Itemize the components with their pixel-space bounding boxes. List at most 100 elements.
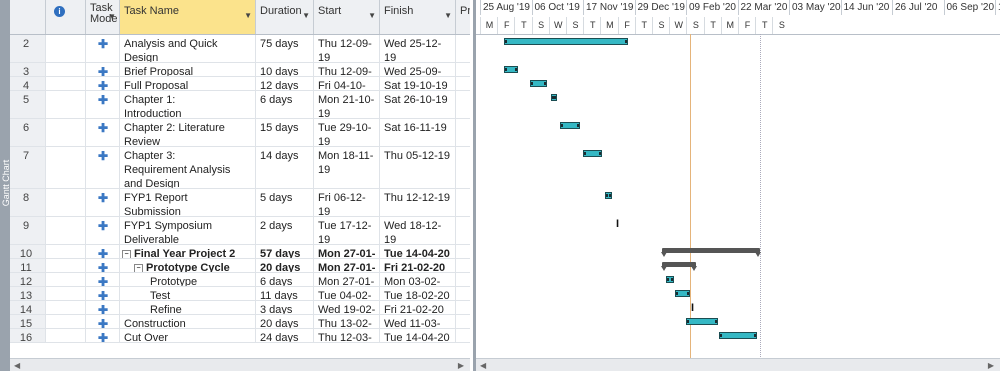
task-name-cell[interactable]: − Prototype Cycle [120, 259, 256, 272]
start-cell[interactable]: Fri 04-10-19 [314, 77, 380, 90]
row-id[interactable]: 9 [10, 217, 46, 244]
row-id[interactable]: 15 [10, 315, 46, 328]
task-name-cell[interactable]: Cut Over [120, 329, 256, 342]
duration-cell[interactable]: 14 days [256, 147, 314, 188]
row-id[interactable]: 2 [10, 35, 46, 62]
summary-bar[interactable] [661, 262, 697, 271]
start-cell[interactable]: Tue 29-10-19 [314, 119, 380, 146]
row-id-header[interactable] [10, 0, 46, 34]
row-id[interactable]: 14 [10, 301, 46, 314]
start-cell[interactable]: Tue 04-02-20 [314, 287, 380, 300]
task-row[interactable]: 14 ✚ Refine3 daysWed 19-02-20Fri 21-02-20 [10, 301, 470, 315]
finish-cell[interactable]: Sat 26-10-19 [380, 91, 456, 118]
duration-cell[interactable]: 2 days [256, 217, 314, 244]
finish-cell[interactable]: Wed 18-12-19 [380, 217, 456, 244]
predecessors-cell[interactable] [456, 301, 470, 314]
start-cell[interactable]: Mon 21-10-19 [314, 91, 380, 118]
task-mode-cell[interactable]: ✚ [86, 259, 120, 272]
task-name-cell[interactable]: Full Proposal [120, 77, 256, 90]
task-bar[interactable] [719, 332, 757, 339]
task-mode-cell[interactable]: ✚ [86, 119, 120, 146]
row-id[interactable]: 3 [10, 63, 46, 76]
short-task-marker[interactable]: I [616, 218, 619, 230]
task-mode-cell[interactable]: ✚ [86, 35, 120, 62]
task-row[interactable]: 9 ✚ FYP1 Symposium Deliverable 2 days Tue 17-… [10, 217, 470, 245]
finish-cell[interactable]: Wed 25-12-19 [380, 35, 456, 62]
task-bar[interactable] [605, 192, 612, 199]
task-mode-cell[interactable]: ✚ [86, 91, 120, 118]
duration-cell[interactable]: 24 days [256, 329, 314, 342]
indicators-header[interactable]: i [46, 0, 86, 34]
task-bar[interactable] [686, 318, 718, 325]
predecessors-cell[interactable] [456, 245, 470, 258]
collapse-toggle-icon[interactable]: − [134, 264, 143, 272]
task-name-cell[interactable]: FYP1 Symposium Deliverable [120, 217, 256, 244]
finish-cell[interactable]: Tue 18-02-20 [380, 287, 456, 300]
row-id[interactable]: 8 [10, 189, 46, 216]
row-id[interactable]: 4 [10, 77, 46, 90]
predecessors-cell[interactable] [456, 315, 470, 328]
dropdown-arrow-icon[interactable]: ▼ [108, 11, 116, 22]
scroll-right-icon[interactable]: ▶ [988, 361, 994, 370]
row-id[interactable]: 7 [10, 147, 46, 188]
start-cell[interactable]: Thu 12-03-20 [314, 329, 380, 342]
finish-cell[interactable]: Wed 25-09-19 [380, 63, 456, 76]
task-bar[interactable] [504, 38, 628, 45]
task-name-cell[interactable]: Brief Proposal [120, 63, 256, 76]
row-id[interactable]: 5 [10, 91, 46, 118]
duration-cell[interactable]: 20 days [256, 315, 314, 328]
task-mode-cell[interactable]: ✚ [86, 315, 120, 328]
row-id[interactable]: 13 [10, 287, 46, 300]
scroll-left-icon[interactable]: ◀ [480, 361, 486, 370]
chart-hscrollbar[interactable]: ◀ ▶ [476, 358, 1000, 371]
task-mode-cell[interactable]: ✚ [86, 217, 120, 244]
predecessors-cell[interactable] [456, 259, 470, 272]
scroll-left-icon[interactable]: ◀ [14, 361, 20, 370]
duration-cell[interactable]: 75 days [256, 35, 314, 62]
start-cell[interactable]: Thu 12-09-19 [314, 63, 380, 76]
start-cell[interactable]: Fri 06-12-19 [314, 189, 380, 216]
task-mode-cell[interactable]: ✚ [86, 63, 120, 76]
predecessors-cell[interactable] [456, 119, 470, 146]
predecessors-cell[interactable] [456, 189, 470, 216]
task-mode-cell[interactable]: ✚ [86, 287, 120, 300]
finish-cell[interactable]: Fri 21-02-20 [380, 301, 456, 314]
task-mode-cell[interactable]: ✚ [86, 301, 120, 314]
timescale-top-tier[interactable]: 25 Aug '19 06 Oct '19 17 Nov '19 29 Dec '19… [476, 0, 1000, 18]
task-name-cell[interactable]: Construction [120, 315, 256, 328]
start-cell[interactable]: Mon 27-01-20 [314, 259, 380, 272]
start-cell[interactable]: Mon 27-01-20 [314, 245, 380, 258]
finish-cell[interactable]: Thu 12-12-19 [380, 189, 456, 216]
summary-bar[interactable] [661, 248, 761, 257]
scroll-right-icon[interactable]: ▶ [458, 361, 464, 370]
short-task-marker[interactable]: I [691, 302, 694, 314]
task-row[interactable]: 10 ✚ − Final Year Project 2 57 days Mon 27-01… [10, 245, 470, 259]
dropdown-arrow-icon[interactable]: ▼ [244, 11, 252, 20]
task-name-cell[interactable]: Analysis and Quick Design [120, 35, 256, 62]
finish-cell[interactable]: Fri 21-02-20 [380, 259, 456, 272]
view-bar[interactable]: Gantt Chart [0, 0, 11, 371]
start-cell[interactable]: Tue 17-12-19 [314, 217, 380, 244]
task-bar[interactable] [504, 66, 518, 73]
duration-cell[interactable]: 6 days [256, 273, 314, 286]
task-name-cell[interactable]: − Final Year Project 2 [120, 245, 256, 258]
task-name-cell[interactable]: Refine [120, 301, 256, 314]
row-id[interactable]: 11 [10, 259, 46, 272]
duration-cell[interactable]: 11 days [256, 287, 314, 300]
duration-cell[interactable]: 3 days [256, 301, 314, 314]
duration-cell[interactable]: 5 days [256, 189, 314, 216]
task-mode-cell[interactable]: ✚ [86, 147, 120, 188]
task-name-cell[interactable]: Test [120, 287, 256, 300]
task-row[interactable]: 7 ✚ Chapter 3: Requirement Analysis and Desi… [10, 147, 470, 189]
duration-cell[interactable]: 12 days [256, 77, 314, 90]
task-row[interactable]: 5 ✚ Chapter 1: Introduction 6 days Mon 21-10-… [10, 91, 470, 119]
start-header[interactable]: Start ▼ [314, 0, 380, 34]
dropdown-arrow-icon[interactable]: ▼ [368, 11, 376, 20]
duration-header[interactable]: Duration ▼ [256, 0, 314, 34]
finish-cell[interactable]: Wed 11-03-20 [380, 315, 456, 328]
predecessors-cell[interactable] [456, 217, 470, 244]
finish-cell[interactable]: Thu 05-12-19 [380, 147, 456, 188]
start-cell[interactable]: Mon 18-11-19 [314, 147, 380, 188]
task-row[interactable]: 12 ✚ Prototype6 daysMon 27-01-20Mon 03-02-… [10, 273, 470, 287]
task-name-cell[interactable]: Chapter 2: Literature Review [120, 119, 256, 146]
